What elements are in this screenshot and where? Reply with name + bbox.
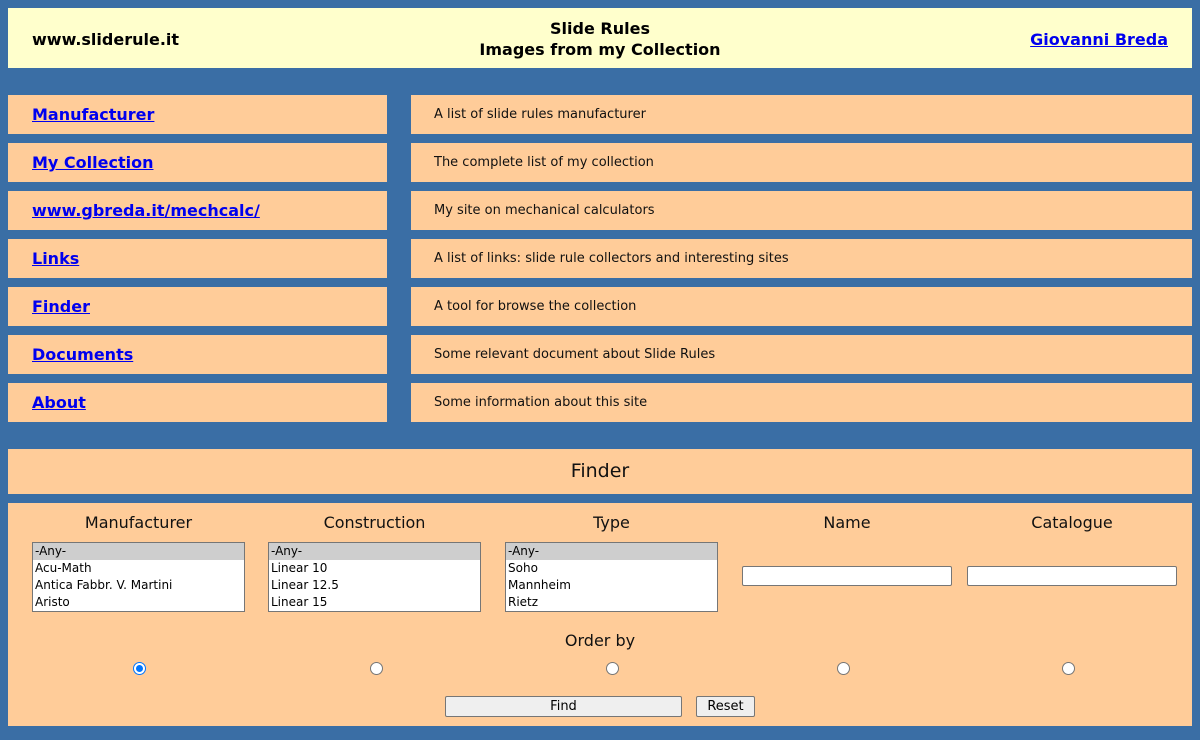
menu-link-links[interactable]: Links (32, 249, 79, 268)
manufacturer-select[interactable]: -Any- Acu-Math Antica Fabbr. V. Martini … (32, 542, 245, 612)
name-label: Name (823, 513, 871, 532)
order-by-catalogue-radio[interactable] (1062, 662, 1075, 675)
find-button[interactable]: Find (445, 696, 682, 717)
menu-row-finder: Finder A tool for browse the collection (8, 287, 1192, 326)
author-link[interactable]: Giovanni Breda (1030, 30, 1168, 49)
list-item[interactable]: Antica Fabbr. V. Martini (33, 577, 244, 594)
list-item[interactable]: -Any- (33, 543, 244, 560)
menu-desc-links: A list of links: slide rule collectors a… (434, 251, 789, 266)
page-title-line2: Images from my Collection (479, 40, 721, 59)
list-item[interactable]: -Any- (269, 543, 480, 560)
list-item[interactable]: Soho (506, 560, 717, 577)
menu-desc-my-collection: The complete list of my collection (434, 155, 654, 170)
menu-desc-manufacturer: A list of slide rules manufacturer (434, 107, 646, 122)
menu-row-mechcalc: www.gbreda.it/mechcalc/ My site on mecha… (8, 191, 1192, 230)
menu-row-my-collection: My Collection The complete list of my co… (8, 143, 1192, 182)
reset-button[interactable]: Reset (696, 696, 755, 717)
finder-title: Finder (8, 449, 1192, 494)
menu-row-about: About Some information about this site (8, 383, 1192, 422)
type-select[interactable]: -Any- Soho Mannheim Rietz (505, 542, 718, 612)
menu-row-documents: Documents Some relevant document about S… (8, 335, 1192, 374)
list-item[interactable]: -Any- (506, 543, 717, 560)
page-title-line1: Slide Rules (550, 19, 650, 38)
menu-link-about[interactable]: About (32, 393, 86, 412)
list-item[interactable]: Linear 10 (269, 560, 480, 577)
order-by-label: Order by (564, 631, 636, 650)
page-header: www.sliderule.it Slide Rules Images from… (8, 8, 1192, 68)
menu-link-manufacturer[interactable]: Manufacturer (32, 105, 154, 124)
type-label: Type (593, 513, 630, 532)
order-by-manufacturer-radio[interactable] (133, 662, 146, 675)
name-input[interactable] (742, 566, 952, 586)
menu-link-mechcalc[interactable]: www.gbreda.it/mechcalc/ (32, 201, 260, 220)
order-by-construction-radio[interactable] (370, 662, 383, 675)
menu-link-documents[interactable]: Documents (32, 345, 133, 364)
catalogue-input[interactable] (967, 566, 1177, 586)
list-item[interactable]: Linear 12.5 (269, 577, 480, 594)
list-item[interactable]: Rietz (506, 594, 717, 611)
page-title: Slide Rules Images from my Collection (8, 18, 1192, 60)
menu-link-finder[interactable]: Finder (32, 297, 90, 316)
list-item[interactable]: Linear 15 (269, 594, 480, 611)
menu-row-manufacturer: Manufacturer A list of slide rules manuf… (8, 95, 1192, 134)
menu-desc-mechcalc: My site on mechanical calculators (434, 203, 655, 218)
catalogue-label: Catalogue (1031, 513, 1113, 532)
list-item[interactable]: Mannheim (506, 577, 717, 594)
menu-desc-finder: A tool for browse the collection (434, 299, 637, 314)
list-item[interactable]: Acu-Math (33, 560, 244, 577)
construction-select[interactable]: -Any- Linear 10 Linear 12.5 Linear 15 (268, 542, 481, 612)
construction-label: Construction (323, 513, 426, 532)
menu-row-links: Links A list of links: slide rule collec… (8, 239, 1192, 278)
menu-link-my-collection[interactable]: My Collection (32, 153, 153, 172)
menu-desc-documents: Some relevant document about Slide Rules (434, 347, 716, 362)
order-by-type-radio[interactable] (606, 662, 619, 675)
menu-desc-about: Some information about this site (434, 395, 648, 410)
manufacturer-label: Manufacturer (84, 513, 193, 532)
finder-form: Manufacturer Construction Type Name Cata… (8, 503, 1192, 726)
list-item[interactable]: Aristo (33, 594, 244, 611)
order-by-name-radio[interactable] (837, 662, 850, 675)
